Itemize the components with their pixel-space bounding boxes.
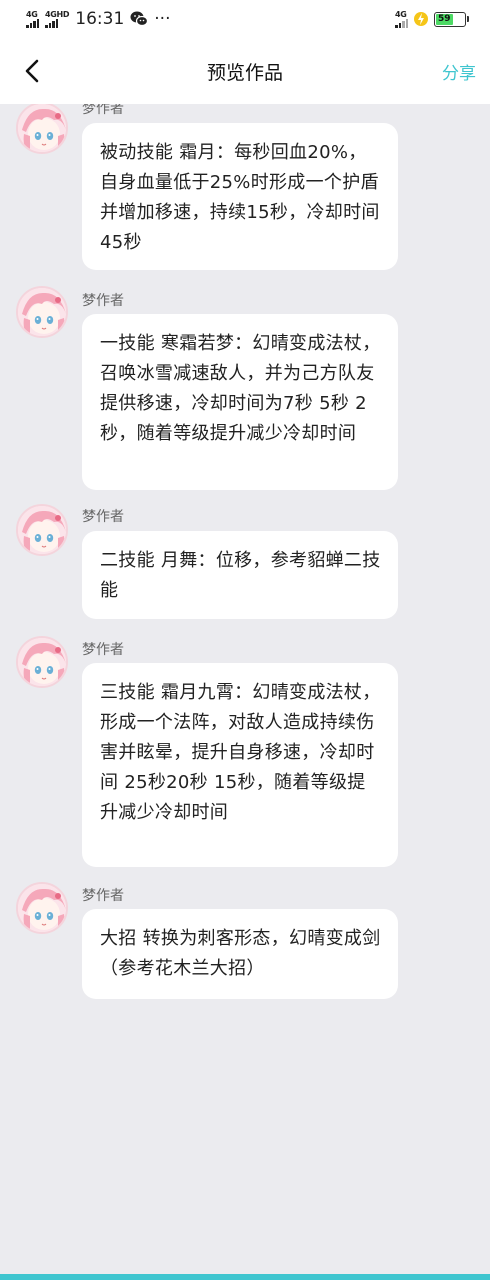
author-name: 梦作者 [82,888,124,904]
avatar-image [18,884,66,932]
back-icon[interactable] [20,58,46,84]
battery-icon: 59 [434,11,469,27]
page-title: 预览作品 [206,61,283,84]
message-list[interactable]: 梦作者 被动技能 霜月：每秒回血20%，自身血量低于25%时形成一个护盾并增加移… [0,104,490,1274]
status-bar: 4G 4GHD 16:31 ··· 4G 59 [0,0,490,38]
avatar-image [18,638,66,686]
author-name: 梦作者 [82,293,124,309]
signal-icon-2: 4GHD [45,10,70,28]
avatar[interactable] [16,882,68,934]
bottom-accent-bar [0,1274,490,1280]
status-time: 16:31 [75,9,125,29]
avatar-image [18,104,66,152]
share-button[interactable]: 分享 [442,59,476,84]
more-notifications: ··· [154,9,171,29]
nav-bar: 预览作品 分享 [0,38,490,104]
message-bubble[interactable]: 一技能 寒霜若梦：幻晴变成法杖，召唤冰雪减速敌人，并为己方队友提供移速，冷却时间… [82,314,398,490]
avatar[interactable] [16,104,68,154]
avatar-image [18,506,66,554]
avatar[interactable] [16,636,68,688]
battery-level: 59 [437,14,451,24]
message-bubble[interactable]: 大招 转换为刺客形态，幻晴变成剑（参考花木兰大招） [82,909,398,999]
avatar-image [18,288,66,336]
message-bubble[interactable]: 三技能 霜月九霄：幻晴变成法杖，形成一个法阵，对敌人造成持续伤害并眩晕，提升自身… [82,663,398,867]
author-name: 梦作者 [82,104,124,117]
author-name: 梦作者 [82,509,124,525]
charging-icon [414,12,428,26]
wechat-icon [130,11,149,27]
signal-icon: 4G [26,10,39,28]
message-bubble[interactable]: 二技能 月舞：位移，参考貂蝉二技能 [82,531,398,619]
author-name: 梦作者 [82,642,124,658]
avatar[interactable] [16,286,68,338]
signal-icon-3: 4G [395,10,408,28]
message-bubble[interactable]: 被动技能 霜月：每秒回血20%，自身血量低于25%时形成一个护盾并增加移速，持续… [82,123,398,270]
avatar[interactable] [16,504,68,556]
